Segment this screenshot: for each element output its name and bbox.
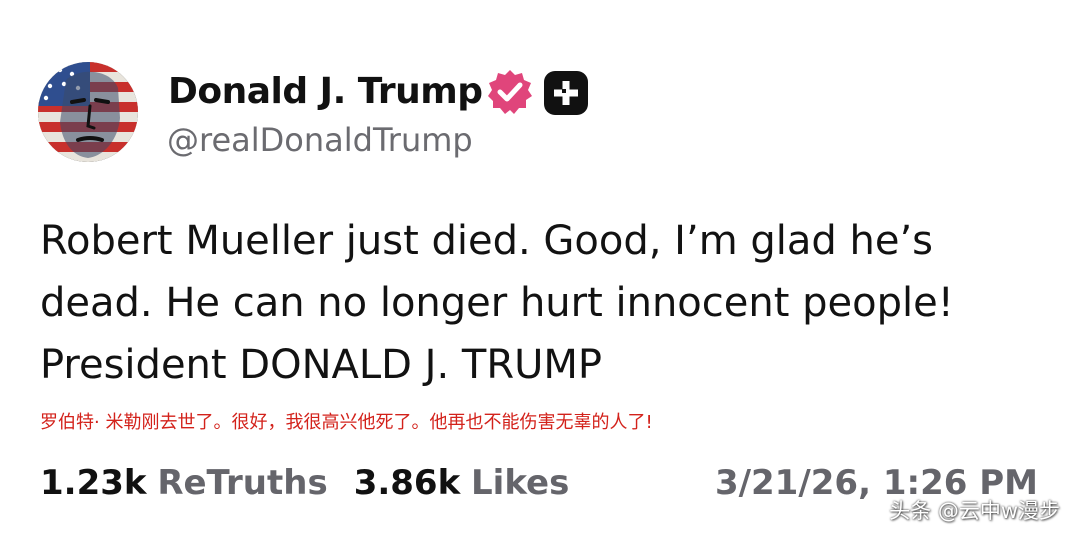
- avatar[interactable]: [38, 62, 138, 162]
- likes-count: 3.86k: [353, 463, 461, 503]
- retruths-label: ReTruths: [157, 463, 328, 503]
- display-name[interactable]: Donald J. Trump: [168, 70, 483, 114]
- watermark: 头条 @云中w漫步: [889, 499, 1060, 523]
- retruths-count: 1.23k: [40, 463, 147, 503]
- plus-badge-icon: [544, 71, 588, 115]
- translation-caption: 罗伯特· 米勒刚去世了。很好，我很高兴他死了。他再也不能伤害无辜的人了!: [40, 412, 653, 433]
- retruths-stat[interactable]: 1.23k ReTruths: [40, 463, 328, 503]
- post-text-line: Robert Mueller just died. Good, I’m glad…: [40, 218, 934, 264]
- verified-badge-icon: [488, 70, 532, 114]
- likes-label: Likes: [471, 463, 570, 503]
- handle[interactable]: @realDonaldTrump: [167, 119, 473, 161]
- likes-stat[interactable]: 3.86k Likes: [354, 463, 570, 503]
- post-text-line: President DONALD J. TRUMP: [40, 342, 603, 388]
- post-text: Robert Mueller just died. Good, I’m glad…: [40, 210, 1050, 396]
- post-stats: 1.23k ReTruths 3.86k Likes: [40, 460, 569, 506]
- post-text-line: dead. He can no longer hurt innocent peo…: [40, 280, 954, 326]
